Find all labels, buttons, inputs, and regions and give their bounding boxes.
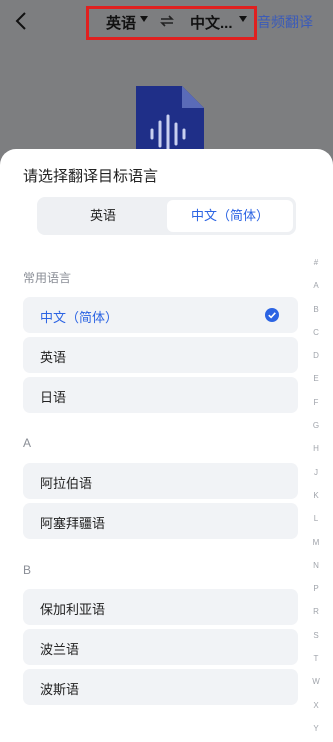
tab-source-language[interactable]: 英语: [40, 200, 166, 232]
chevron-down-icon: [140, 16, 148, 22]
language-item-label: 保加利亚语: [40, 602, 106, 617]
language-item-label: 阿塞拜疆语: [40, 516, 106, 531]
top-bar: 英语 中文... 音频翻译: [0, 0, 333, 44]
target-language-sheet: 请选择翻译目标语言 英语 中文（简体） 常用语言 中文（简体） 英语 日语 A …: [0, 149, 333, 742]
index-letter[interactable]: C: [306, 321, 326, 344]
language-item-arabic[interactable]: 阿拉伯语: [23, 463, 298, 499]
alphabet-index-bar[interactable]: #ABCDEFGHJKLMNPRSTWXYZ: [306, 251, 326, 742]
index-letter[interactable]: Y: [306, 717, 326, 740]
tab-target-language[interactable]: 中文（简体）: [167, 200, 293, 232]
source-language-selector[interactable]: 英语: [106, 12, 136, 33]
index-letter[interactable]: S: [306, 624, 326, 647]
audio-translate-link[interactable]: 音频翻译: [257, 12, 313, 32]
index-letter[interactable]: N: [306, 554, 326, 577]
index-letter[interactable]: L: [306, 507, 326, 530]
language-item-chinese-simplified[interactable]: 中文（简体）: [23, 297, 298, 333]
language-item-persian[interactable]: 波斯语: [23, 669, 298, 705]
index-letter[interactable]: R: [306, 600, 326, 623]
language-item-bulgarian[interactable]: 保加利亚语: [23, 589, 298, 625]
language-item-label: 英语: [40, 350, 67, 365]
language-item-label: 中文（简体）: [40, 310, 119, 325]
language-item-label: 波斯语: [40, 682, 80, 697]
language-item-label: 阿拉伯语: [40, 476, 93, 491]
index-letter[interactable]: X: [306, 694, 326, 717]
section-label-common: 常用语言: [23, 271, 72, 285]
index-letter[interactable]: F: [306, 391, 326, 414]
chevron-down-icon: [239, 16, 247, 22]
index-letter[interactable]: T: [306, 647, 326, 670]
language-item-label: 日语: [40, 390, 67, 405]
sheet-title: 请选择翻译目标语言: [23, 168, 159, 185]
target-language-selector[interactable]: 中文...: [190, 12, 233, 33]
language-item-label: 波兰语: [40, 642, 80, 657]
index-letter[interactable]: D: [306, 344, 326, 367]
index-letter[interactable]: W: [306, 670, 326, 693]
index-letter[interactable]: K: [306, 484, 326, 507]
section-label-b: B: [23, 563, 32, 577]
language-item-japanese[interactable]: 日语: [23, 377, 298, 413]
index-letter[interactable]: E: [306, 367, 326, 390]
index-letter[interactable]: B: [306, 298, 326, 321]
index-letter[interactable]: M: [306, 531, 326, 554]
index-letter[interactable]: #: [306, 251, 326, 274]
index-letter[interactable]: H: [306, 437, 326, 460]
index-letter[interactable]: A: [306, 274, 326, 297]
index-letter[interactable]: J: [306, 461, 326, 484]
language-item-azerbaijani[interactable]: 阿塞拜疆语: [23, 503, 298, 539]
swap-icon[interactable]: [158, 13, 176, 29]
language-item-english[interactable]: 英语: [23, 337, 298, 373]
check-icon: [265, 308, 279, 322]
language-item-polish[interactable]: 波兰语: [23, 629, 298, 665]
section-label-a: A: [23, 436, 32, 450]
index-letter[interactable]: P: [306, 577, 326, 600]
index-letter[interactable]: G: [306, 414, 326, 437]
language-direction-tabs: 英语 中文（简体）: [37, 197, 296, 235]
back-arrow-icon[interactable]: [12, 10, 32, 32]
